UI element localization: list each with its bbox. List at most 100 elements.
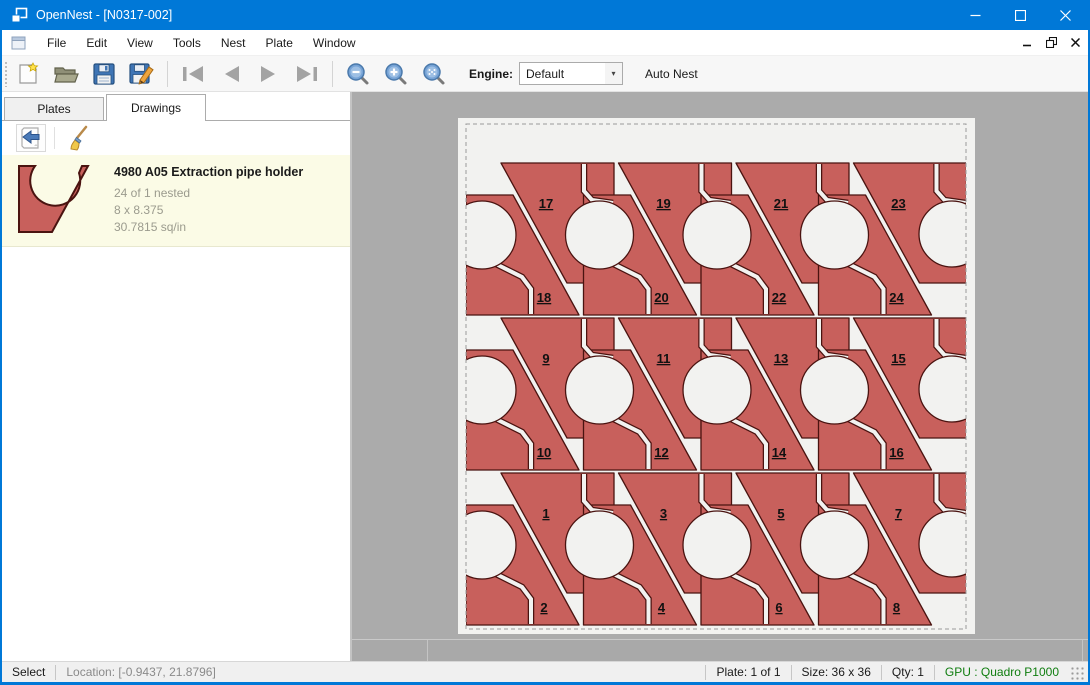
resize-grip[interactable] xyxy=(1071,667,1085,681)
open-folder-icon xyxy=(53,62,79,86)
menu-bar: File Edit View Tools Nest Plate Window xyxy=(2,30,1088,56)
nest-parts-layer: 171819202122232491011121314151612345678 xyxy=(448,163,985,625)
part-number: 3 xyxy=(660,506,667,521)
panel-toolbar xyxy=(2,121,350,155)
auto-nest-button[interactable]: Auto Nest xyxy=(637,62,706,86)
mdi-restore-button[interactable] xyxy=(1040,33,1062,53)
return-arrow-icon xyxy=(20,126,42,150)
menu-window[interactable]: Window xyxy=(303,31,366,55)
app-icon xyxy=(11,7,28,23)
tab-plates[interactable]: Plates xyxy=(4,97,104,121)
maximize-button[interactable] xyxy=(998,0,1043,30)
drawing-list-item[interactable]: 4980 A05 Extraction pipe holder 24 of 1 … xyxy=(2,155,350,247)
next-plate-button[interactable] xyxy=(253,59,285,89)
menu-nest[interactable]: Nest xyxy=(211,31,256,55)
status-location: Location: [-0.9437, 21.8796] xyxy=(56,665,225,679)
menu-tools[interactable]: Tools xyxy=(163,31,211,55)
part-number: 15 xyxy=(891,351,905,366)
new-document-icon xyxy=(16,62,40,86)
clear-button[interactable] xyxy=(63,124,93,152)
first-plate-button[interactable] xyxy=(177,59,209,89)
pipe-hole xyxy=(566,511,634,579)
close-icon xyxy=(1060,10,1071,21)
zoom-fit-button[interactable] xyxy=(418,59,450,89)
part-number: 11 xyxy=(657,351,671,366)
pipe-hole xyxy=(919,201,985,267)
save-edit-icon xyxy=(129,62,155,86)
open-button[interactable] xyxy=(50,59,82,89)
new-button[interactable] xyxy=(12,59,44,89)
pipe-hole xyxy=(801,511,869,579)
part-number: 13 xyxy=(774,351,788,366)
part-number: 23 xyxy=(891,196,905,211)
status-size: Size: 36 x 36 xyxy=(792,665,881,679)
pipe-hole xyxy=(919,511,985,577)
save-icon xyxy=(92,62,116,86)
left-panel: Plates Drawings xyxy=(2,92,352,661)
mdi-minimize-button[interactable] xyxy=(1016,33,1038,53)
minimize-button[interactable] xyxy=(953,0,998,30)
part-number: 9 xyxy=(542,351,549,366)
tab-drawings[interactable]: Drawings xyxy=(106,94,206,121)
app-window: OpenNest - [N0317-002] File Edit View To… xyxy=(0,0,1090,685)
engine-label: Engine: xyxy=(469,67,513,81)
close-button[interactable] xyxy=(1043,0,1088,30)
toolbar-separator xyxy=(332,61,333,87)
part-number: 4 xyxy=(658,600,666,615)
part-number: 16 xyxy=(889,445,903,460)
pipe-hole xyxy=(919,356,985,422)
last-plate-button[interactable] xyxy=(291,59,323,89)
part-number: 18 xyxy=(537,290,551,305)
drawing-size: 8 x 8.375 xyxy=(114,202,303,219)
pipe-hole xyxy=(801,201,869,269)
chevron-down-icon[interactable]: ▾ xyxy=(605,63,622,84)
maximize-icon xyxy=(1015,10,1026,21)
status-plate: Plate: 1 of 1 xyxy=(706,665,790,679)
part-number: 21 xyxy=(774,196,788,211)
window-title: OpenNest - [N0317-002] xyxy=(36,8,172,22)
document-window-icon[interactable] xyxy=(11,36,27,50)
status-bar: Select Location: [-0.9437, 21.8796] Plat… xyxy=(2,661,1088,682)
part-number: 8 xyxy=(893,600,900,615)
menu-plate[interactable]: Plate xyxy=(256,31,303,55)
plate-view: 171819202122232491011121314151612345678 xyxy=(352,92,1088,661)
drawing-nested-count: 24 of 1 nested xyxy=(114,185,303,202)
part-number: 20 xyxy=(654,290,668,305)
menu-file[interactable]: File xyxy=(37,31,76,55)
title-bar: OpenNest - [N0317-002] xyxy=(2,0,1088,30)
drawing-title: 4980 A05 Extraction pipe holder xyxy=(114,165,303,179)
pipe-hole xyxy=(566,356,634,424)
part-number: 5 xyxy=(777,506,784,521)
drawing-area: 30.7815 sq/in xyxy=(114,219,303,236)
mdi-close-button[interactable] xyxy=(1064,33,1086,53)
part-number: 6 xyxy=(775,600,782,615)
part-thumbnail xyxy=(14,163,102,235)
save-button[interactable] xyxy=(88,59,120,89)
engine-value: Default xyxy=(520,67,605,81)
engine-select[interactable]: Default ▾ xyxy=(519,62,623,85)
pipe-hole xyxy=(801,356,869,424)
mdi-minimize-icon xyxy=(1023,38,1032,47)
main-toolbar: Engine: Default ▾ Auto Nest xyxy=(2,56,1088,92)
part-number: 2 xyxy=(540,600,547,615)
menu-edit[interactable]: Edit xyxy=(76,31,117,55)
toolbar-separator xyxy=(167,61,168,87)
part-number: 22 xyxy=(772,290,786,305)
part-number: 14 xyxy=(772,445,787,460)
main-content: Plates Drawings xyxy=(2,92,1088,661)
nav-next-icon xyxy=(258,65,280,83)
zoom-in-button[interactable] xyxy=(380,59,412,89)
previous-plate-button[interactable] xyxy=(215,59,247,89)
save-as-button[interactable] xyxy=(126,59,158,89)
part-number: 10 xyxy=(537,445,551,460)
nav-first-icon xyxy=(181,65,205,83)
nest-canvas[interactable]: 171819202122232491011121314151612345678 xyxy=(352,92,1088,661)
toolbar-grip[interactable] xyxy=(4,61,9,87)
pipe-hole xyxy=(683,356,751,424)
part-number: 24 xyxy=(889,290,904,305)
drawing-item-text: 4980 A05 Extraction pipe holder 24 of 1 … xyxy=(114,163,303,236)
canvas-scrollbar[interactable] xyxy=(352,639,1088,661)
return-part-button[interactable] xyxy=(16,124,46,152)
menu-view[interactable]: View xyxy=(117,31,163,55)
zoom-out-button[interactable] xyxy=(342,59,374,89)
